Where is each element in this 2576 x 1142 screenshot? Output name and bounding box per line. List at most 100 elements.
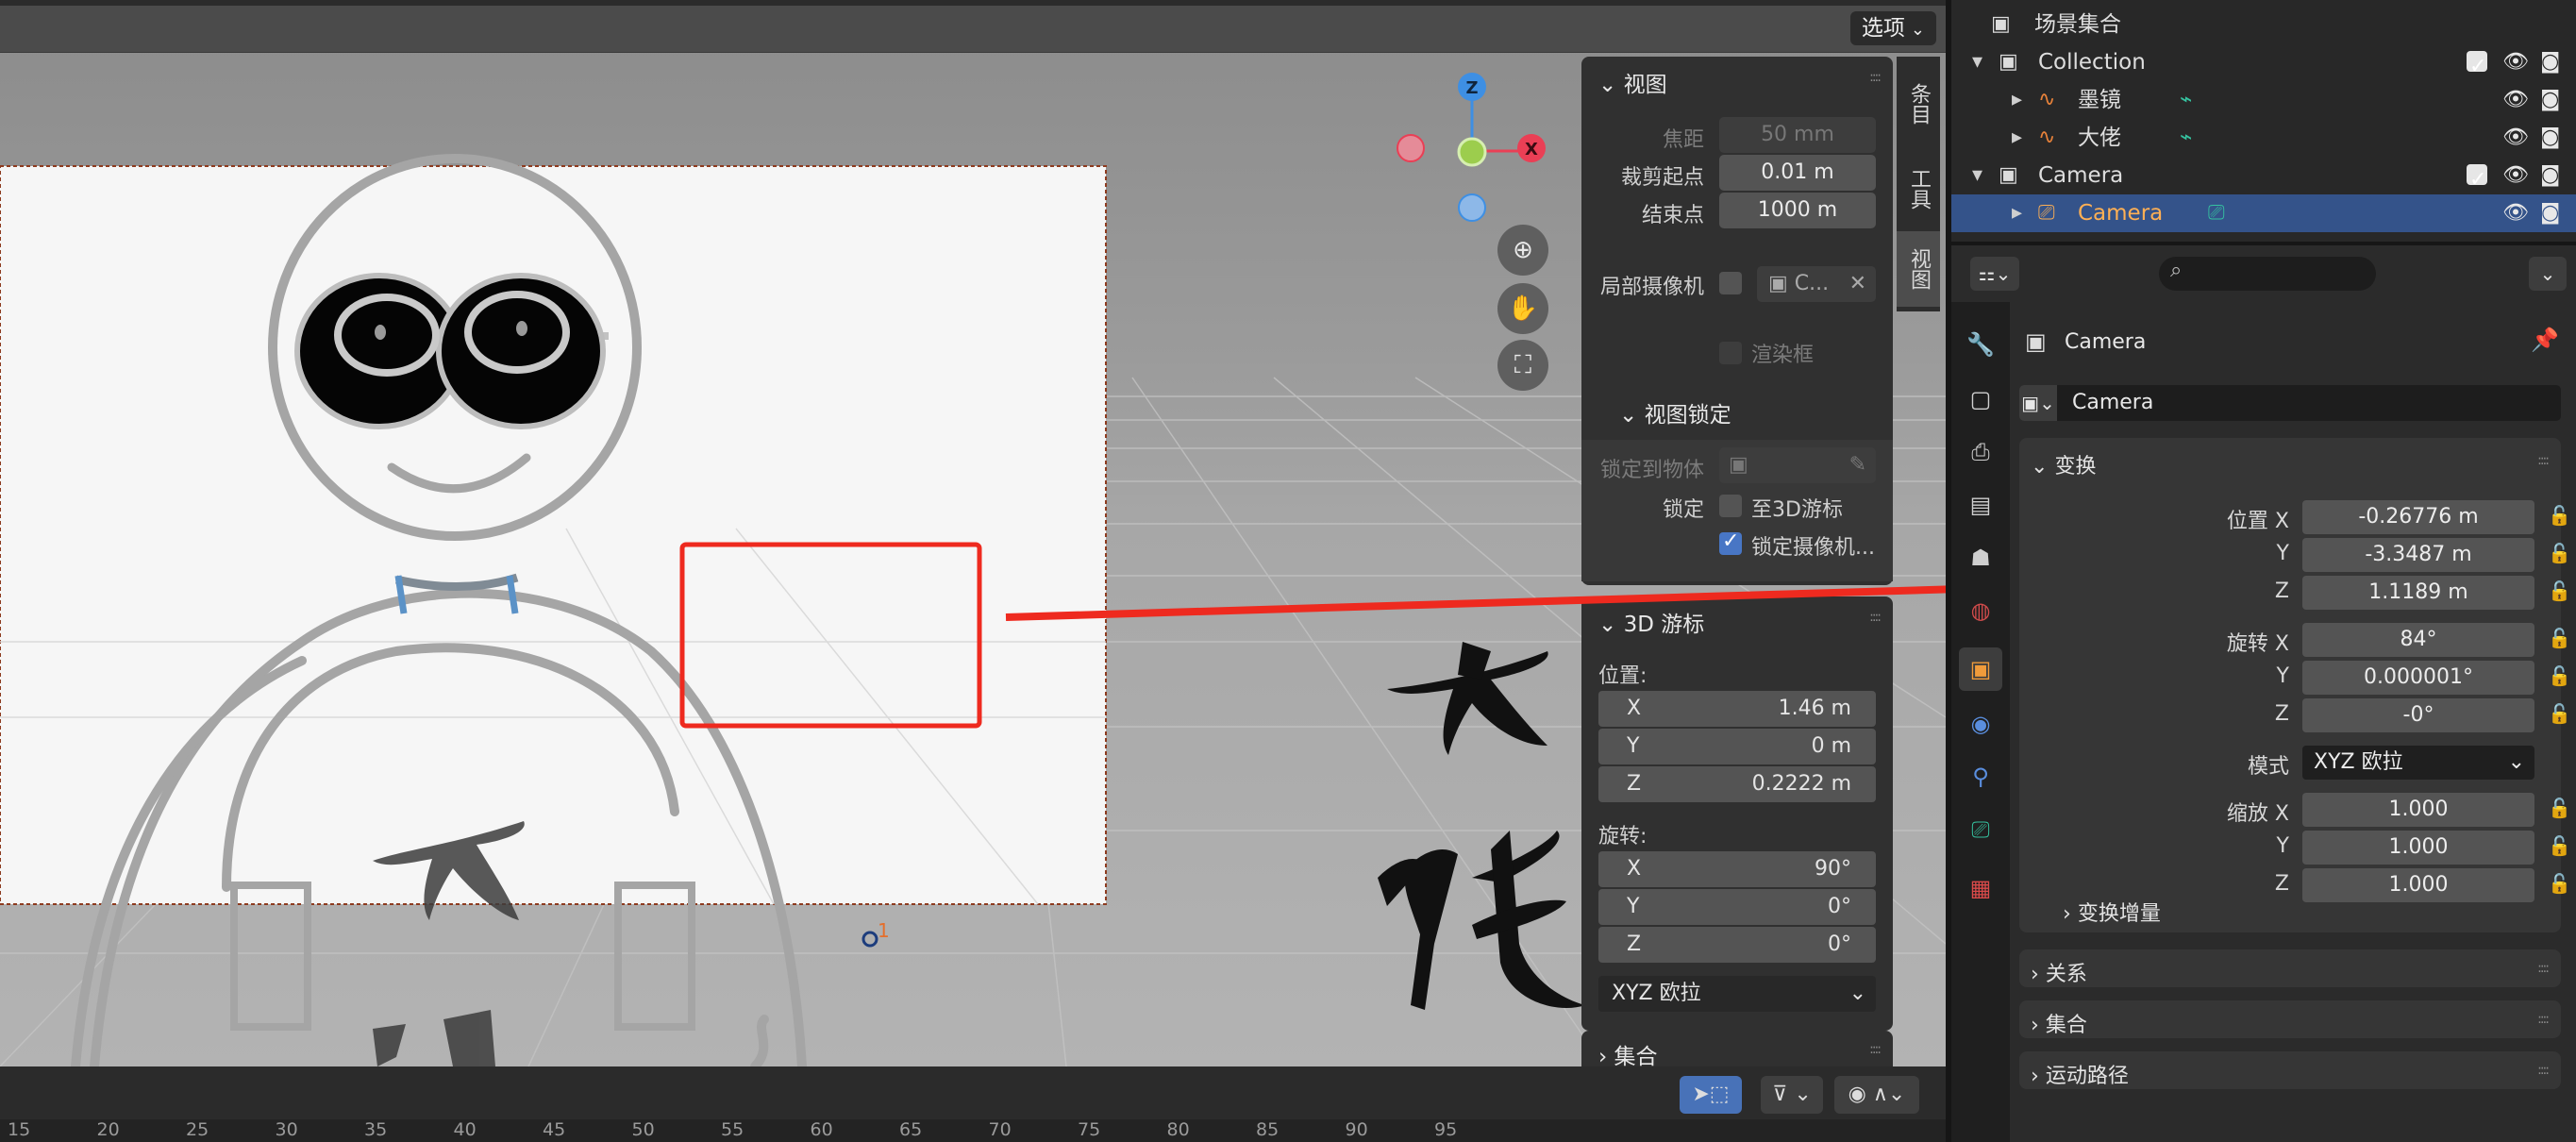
chevron-right-icon: › [2031, 1014, 2039, 1037]
frame-number: 95 [1434, 1119, 1458, 1140]
lock-icon[interactable]: 🔓 [2548, 579, 2571, 602]
editor-type-dropdown[interactable]: ⚏⌄ [1970, 257, 2019, 291]
scene-tab-icon[interactable]: ☗ [1959, 536, 2002, 579]
drag-handle-icon[interactable]: :::: [2537, 1012, 2550, 1027]
object-name-field[interactable]: Camera [2072, 391, 2153, 414]
location-z-label: Z [2274, 579, 2289, 603]
output-tab-icon[interactable]: ⎙ [1959, 430, 2002, 474]
location-x-field[interactable]: -0.26776 m [2302, 500, 2534, 534]
rotation-x-field[interactable]: 84° [2302, 623, 2534, 657]
disclosure-triangle-icon[interactable]: ▾ [1972, 157, 1982, 194]
camera-render-icon[interactable]: ◙ [2540, 119, 2560, 157]
rotation-z-field[interactable]: -0° [2302, 698, 2534, 732]
eye-icon[interactable]: 👁 [2502, 119, 2529, 157]
frame-number: 75 [1078, 1119, 1101, 1140]
lock-icon[interactable]: 🔓 [2548, 504, 2571, 527]
modifier-icon[interactable]: ⌁ [2180, 119, 2192, 157]
collections-header[interactable]: › 集合 [2031, 1008, 2087, 1038]
camera-render-icon[interactable]: ◙ [2540, 81, 2560, 119]
transform-header[interactable]: ⌄ 变换 [2031, 449, 2096, 479]
outliner-row-collection[interactable]: ▾ ▣ Collection 👁 ◙ [1951, 43, 2576, 86]
disclosure-triangle-icon[interactable]: ▾ [1972, 43, 1982, 81]
location-z-field[interactable]: 1.1189 m [2302, 576, 2534, 610]
constraints-tab-icon[interactable]: ⚲ [1959, 755, 2002, 798]
disclosure-triangle-icon[interactable]: ▸ [2012, 119, 2022, 157]
camera-render-icon[interactable]: ◙ [2540, 194, 2560, 232]
camera-data-tab-icon[interactable]: ⎚ [1959, 808, 2002, 851]
lock-icon[interactable]: 🔓 [2548, 702, 2571, 725]
lock-icon[interactable]: 🔓 [2548, 627, 2571, 649]
panel-options-dropdown[interactable]: ⌄ [2529, 257, 2567, 291]
drag-handle-icon[interactable]: :::: [2537, 453, 2550, 468]
filter-dropdown[interactable]: ⊽ ⌄ [1761, 1076, 1823, 1114]
outliner-row-camera[interactable]: ▸ ⎚ Camera ⎚ 👁 ◙ [1951, 194, 2576, 232]
outliner: ▣ 场景集合 ▾ ▣ Collection 👁 ◙ ▸ ∿ 墨镜 ⌁ 👁 ◙ ▸ ∿ 大佬 ⌁ 👁 ◙ ▾ ▣ Cam… [1951, 0, 2576, 242]
exclude-checkbox[interactable] [2467, 161, 2487, 199]
rotation-mode-value: XYZ 欧拉 [2314, 750, 2403, 774]
delta-transform-header[interactable]: › 变换增量 [2063, 897, 2161, 927]
frame-number: 45 [543, 1119, 566, 1140]
lock-icon[interactable]: 🔓 [2548, 664, 2571, 687]
relations-header[interactable]: › 关系 [2031, 957, 2087, 987]
object-selector-icon[interactable]: ▣⌄ [2019, 385, 2057, 421]
select-tool-button[interactable]: ➤⬚ [1680, 1076, 1742, 1114]
exclude-checkbox[interactable] [2467, 48, 2487, 86]
area-divider-horizontal[interactable] [1951, 242, 2576, 245]
camera-render-icon[interactable]: ◙ [2540, 157, 2560, 194]
rotation-z-label: Z [2274, 702, 2289, 726]
physics-tab-icon[interactable]: ◉ [1959, 702, 2002, 746]
camera-object-icon: ⎚ [2038, 201, 2055, 225]
disclosure-triangle-icon[interactable]: ▸ [2012, 81, 2022, 119]
outliner-row-gp[interactable]: ▸ ∿ 大佬 ⌁ 👁 ◙ [1951, 119, 2576, 157]
frame-number: 40 [453, 1119, 477, 1140]
motion-paths-panel[interactable]: › 运动路径 :::: [2019, 1051, 2561, 1089]
frame-number: 85 [1256, 1119, 1280, 1140]
frame-ruler[interactable]: 15 20 25 30 35 40 45 50 55 60 65 70 75 80 85 90 95 [0, 1119, 1946, 1142]
location-y-field[interactable]: -3.3487 m [2302, 538, 2534, 572]
pin-icon[interactable]: 📌 [2531, 327, 2559, 353]
scale-y-field[interactable]: 1.000 [2302, 831, 2534, 865]
disclosure-triangle-icon[interactable]: ▸ [2012, 194, 2022, 232]
eye-icon[interactable]: 👁 [2502, 157, 2529, 194]
relations-panel[interactable]: › 关系 :::: [2019, 949, 2561, 987]
drag-handle-icon[interactable]: :::: [2537, 961, 2550, 976]
scale-z-field[interactable]: 1.000 [2302, 868, 2534, 902]
drag-handle-icon[interactable]: :::: [2537, 1063, 2550, 1078]
outliner-row-label: 大佬 [2078, 126, 2121, 150]
eye-icon[interactable]: 👁 [2502, 81, 2529, 119]
tool-tab-icon[interactable]: 🔧 [1959, 323, 2002, 366]
eye-icon[interactable]: 👁 [2502, 194, 2529, 232]
scale-x-field[interactable]: 1.000 [2302, 793, 2534, 827]
camera-render-icon[interactable]: ◙ [2540, 43, 2560, 81]
motion-paths-header[interactable]: › 运动路径 [2031, 1059, 2129, 1089]
outliner-row-label: Camera [2038, 163, 2124, 188]
eye-icon[interactable]: 👁 [2502, 43, 2529, 81]
lock-icon[interactable]: 🔓 [2548, 872, 2571, 895]
rotation-y-field[interactable]: 0.000001° [2302, 661, 2534, 695]
lock-icon[interactable]: 🔓 [2548, 542, 2571, 564]
render-tab-icon[interactable]: ▢ [1959, 378, 2002, 421]
lock-icon[interactable]: 🔓 [2548, 797, 2571, 819]
outliner-scene-collection[interactable]: ▣ 场景集合 [1951, 6, 2576, 43]
outliner-row-collection[interactable]: ▾ ▣ Camera 👁 ◙ [1951, 157, 2576, 199]
lock-icon[interactable]: 🔓 [2548, 834, 2571, 857]
texture-tab-icon[interactable]: ▦ [1959, 866, 2002, 910]
proportional-editing-button[interactable]: ◉ ∧⌄ [1834, 1076, 1919, 1114]
outliner-row-gp[interactable]: ▸ ∿ 墨镜 ⌁ 👁 ◙ [1951, 81, 2576, 119]
properties-content: ▣ Camera 📌 ▣⌄ Camera ⌄ 变换 :::: 位置 X 🔓 -0.2… [2019, 302, 2576, 1142]
object-data-block[interactable]: ▣⌄ Camera [2019, 385, 2561, 421]
collections-title: 集合 [2045, 1014, 2087, 1037]
world-tab-icon[interactable]: ◍ [1959, 589, 2002, 632]
area-divider[interactable] [1946, 0, 1951, 1142]
properties-editor: ⚏⌄ ⌕ ⌄ 🔧 ▢ ⎙ ▤ ☗ ◍ ▣ ◉ ⚲ ⎚ ▦ ▣ Camera 📌 … [1951, 245, 2576, 1142]
timeline-header: ➤⬚ ⊽ ⌄ ◉ ∧⌄ 15 20 25 30 35 40 45 50 55 60 65 70 75 80… [0, 1066, 1946, 1142]
object-tab-icon[interactable]: ▣ [1959, 647, 2002, 691]
object-name-label: Camera [2065, 330, 2147, 354]
rotation-mode-field[interactable]: XYZ 欧拉 ⌄ [2302, 746, 2534, 780]
search-input[interactable]: ⌕ [2159, 257, 2376, 291]
view-layer-tab-icon[interactable]: ▤ [1959, 483, 2002, 527]
location-y-label: Y [2276, 542, 2289, 565]
collections-panel[interactable]: › 集合 :::: [2019, 1000, 2561, 1038]
camera-data-icon[interactable]: ⎚ [2208, 194, 2225, 232]
modifier-icon[interactable]: ⌁ [2180, 81, 2192, 119]
